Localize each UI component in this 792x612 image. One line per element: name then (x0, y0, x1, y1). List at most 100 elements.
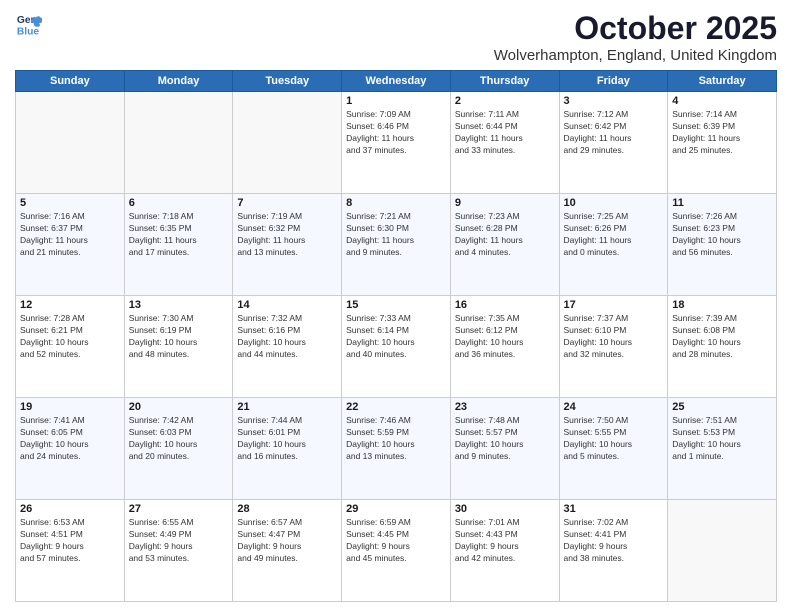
day-info: Sunrise: 7:16 AMSunset: 6:37 PMDaylight:… (20, 211, 120, 259)
day-info: Sunrise: 7:51 AMSunset: 5:53 PMDaylight:… (672, 415, 772, 463)
day-number: 17 (564, 299, 664, 311)
day-info: Sunrise: 7:14 AMSunset: 6:39 PMDaylight:… (672, 109, 772, 157)
day-header-sunday: Sunday (16, 71, 125, 92)
header: General Blue October 2025 Wolverhampton,… (15, 10, 777, 64)
calendar-cell: 10Sunrise: 7:25 AMSunset: 6:26 PMDayligh… (559, 194, 668, 296)
day-info: Sunrise: 7:46 AMSunset: 5:59 PMDaylight:… (346, 415, 446, 463)
location: Wolverhampton, England, United Kingdom (494, 47, 777, 64)
day-info: Sunrise: 7:35 AMSunset: 6:12 PMDaylight:… (455, 313, 555, 361)
calendar-cell: 23Sunrise: 7:48 AMSunset: 5:57 PMDayligh… (450, 398, 559, 500)
day-info: Sunrise: 7:18 AMSunset: 6:35 PMDaylight:… (129, 211, 229, 259)
calendar-cell: 28Sunrise: 6:57 AMSunset: 4:47 PMDayligh… (233, 500, 342, 602)
day-info: Sunrise: 7:30 AMSunset: 6:19 PMDaylight:… (129, 313, 229, 361)
day-number: 10 (564, 197, 664, 209)
calendar-week-row: 5 Sunrise: 7:16 AMSunset: 6:37 PMDaylight… (16, 194, 777, 296)
logo: General Blue (15, 10, 43, 38)
logo-icon: General Blue (15, 10, 43, 38)
calendar-cell: 25 Sunrise: 7:51 AMSunset: 5:53 PMDayligh… (668, 398, 777, 500)
day-number: 24 (564, 401, 664, 413)
day-header-monday: Monday (124, 71, 233, 92)
day-info: Sunrise: 6:53 AMSunset: 4:51 PMDaylight:… (20, 517, 120, 565)
day-info: Sunrise: 7:37 AMSunset: 6:10 PMDaylight:… (564, 313, 664, 361)
calendar-week-row: 1 Sunrise: 7:09 AMSunset: 6:46 PMDaylight… (16, 92, 777, 194)
calendar-cell: 19Sunrise: 7:41 AMSunset: 6:05 PMDayligh… (16, 398, 125, 500)
calendar-cell: 27 Sunrise: 6:55 AMSunset: 4:49 PMDayligh… (124, 500, 233, 602)
calendar-cell: 4 Sunrise: 7:14 AMSunset: 6:39 PMDaylight… (668, 92, 777, 194)
day-info: Sunrise: 7:09 AMSunset: 6:46 PMDaylight:… (346, 109, 446, 157)
day-number: 16 (455, 299, 555, 311)
day-info: Sunrise: 6:55 AMSunset: 4:49 PMDaylight:… (129, 517, 229, 565)
calendar-week-row: 12Sunrise: 7:28 AMSunset: 6:21 PMDayligh… (16, 296, 777, 398)
day-number: 30 (455, 503, 555, 515)
day-number: 27 (129, 503, 229, 515)
day-number: 4 (672, 95, 772, 107)
calendar-cell: 18 Sunrise: 7:39 AMSunset: 6:08 PMDayligh… (668, 296, 777, 398)
day-info: Sunrise: 7:50 AMSunset: 5:55 PMDaylight:… (564, 415, 664, 463)
page: General Blue October 2025 Wolverhampton,… (0, 0, 792, 612)
calendar-cell: 8 Sunrise: 7:21 AMSunset: 6:30 PMDaylight… (342, 194, 451, 296)
day-number: 12 (20, 299, 120, 311)
days-header-row: SundayMondayTuesdayWednesdayThursdayFrid… (16, 71, 777, 92)
day-number: 9 (455, 197, 555, 209)
calendar-cell: 30 Sunrise: 7:01 AMSunset: 4:43 PMDayligh… (450, 500, 559, 602)
day-header-friday: Friday (559, 71, 668, 92)
day-info: Sunrise: 7:32 AMSunset: 6:16 PMDaylight:… (237, 313, 337, 361)
calendar-cell: 17 Sunrise: 7:37 AMSunset: 6:10 PMDayligh… (559, 296, 668, 398)
day-number: 1 (346, 95, 446, 107)
day-header-tuesday: Tuesday (233, 71, 342, 92)
title-block: October 2025 Wolverhampton, England, Uni… (494, 10, 777, 64)
calendar-cell (233, 92, 342, 194)
day-number: 13 (129, 299, 229, 311)
svg-text:Blue: Blue (17, 26, 40, 37)
calendar-cell: 3Sunrise: 7:12 AMSunset: 6:42 PMDaylight… (559, 92, 668, 194)
calendar-cell: 22 Sunrise: 7:46 AMSunset: 5:59 PMDayligh… (342, 398, 451, 500)
calendar-week-row: 19Sunrise: 7:41 AMSunset: 6:05 PMDayligh… (16, 398, 777, 500)
day-info: Sunrise: 7:21 AMSunset: 6:30 PMDaylight:… (346, 211, 446, 259)
day-number: 8 (346, 197, 446, 209)
calendar-cell: 24 Sunrise: 7:50 AMSunset: 5:55 PMDayligh… (559, 398, 668, 500)
day-header-thursday: Thursday (450, 71, 559, 92)
day-number: 28 (237, 503, 337, 515)
calendar-cell (124, 92, 233, 194)
day-number: 7 (237, 197, 337, 209)
day-number: 26 (20, 503, 120, 515)
day-info: Sunrise: 7:42 AMSunset: 6:03 PMDaylight:… (129, 415, 229, 463)
calendar-cell: 20 Sunrise: 7:42 AMSunset: 6:03 PMDayligh… (124, 398, 233, 500)
day-info: Sunrise: 7:33 AMSunset: 6:14 PMDaylight:… (346, 313, 446, 361)
day-number: 5 (20, 197, 120, 209)
day-info: Sunrise: 7:12 AMSunset: 6:42 PMDaylight:… (564, 109, 664, 157)
day-number: 29 (346, 503, 446, 515)
calendar-cell: 9 Sunrise: 7:23 AMSunset: 6:28 PMDaylight… (450, 194, 559, 296)
day-number: 6 (129, 197, 229, 209)
day-number: 11 (672, 197, 772, 209)
calendar-table: SundayMondayTuesdayWednesdayThursdayFrid… (15, 70, 777, 602)
day-number: 14 (237, 299, 337, 311)
calendar-cell: 6 Sunrise: 7:18 AMSunset: 6:35 PMDaylight… (124, 194, 233, 296)
day-number: 15 (346, 299, 446, 311)
calendar-cell (16, 92, 125, 194)
day-info: Sunrise: 7:02 AMSunset: 4:41 PMDaylight:… (564, 517, 664, 565)
day-number: 22 (346, 401, 446, 413)
calendar-cell: 11 Sunrise: 7:26 AMSunset: 6:23 PMDayligh… (668, 194, 777, 296)
day-number: 23 (455, 401, 555, 413)
day-number: 20 (129, 401, 229, 413)
day-info: Sunrise: 7:11 AMSunset: 6:44 PMDaylight:… (455, 109, 555, 157)
calendar-cell: 2Sunrise: 7:11 AMSunset: 6:44 PMDaylight… (450, 92, 559, 194)
day-number: 21 (237, 401, 337, 413)
day-info: Sunrise: 7:26 AMSunset: 6:23 PMDaylight:… (672, 211, 772, 259)
calendar-cell (668, 500, 777, 602)
day-header-wednesday: Wednesday (342, 71, 451, 92)
day-info: Sunrise: 7:19 AMSunset: 6:32 PMDaylight:… (237, 211, 337, 259)
day-header-saturday: Saturday (668, 71, 777, 92)
calendar-cell: 5 Sunrise: 7:16 AMSunset: 6:37 PMDaylight… (16, 194, 125, 296)
day-number: 18 (672, 299, 772, 311)
day-number: 31 (564, 503, 664, 515)
day-info: Sunrise: 7:39 AMSunset: 6:08 PMDaylight:… (672, 313, 772, 361)
calendar-cell: 26 Sunrise: 6:53 AMSunset: 4:51 PMDayligh… (16, 500, 125, 602)
calendar-cell: 7 Sunrise: 7:19 AMSunset: 6:32 PMDaylight… (233, 194, 342, 296)
day-info: Sunrise: 7:23 AMSunset: 6:28 PMDaylight:… (455, 211, 555, 259)
calendar-cell: 16 Sunrise: 7:35 AMSunset: 6:12 PMDayligh… (450, 296, 559, 398)
day-info: Sunrise: 7:44 AMSunset: 6:01 PMDaylight:… (237, 415, 337, 463)
day-info: Sunrise: 7:01 AMSunset: 4:43 PMDaylight:… (455, 517, 555, 565)
day-number: 25 (672, 401, 772, 413)
